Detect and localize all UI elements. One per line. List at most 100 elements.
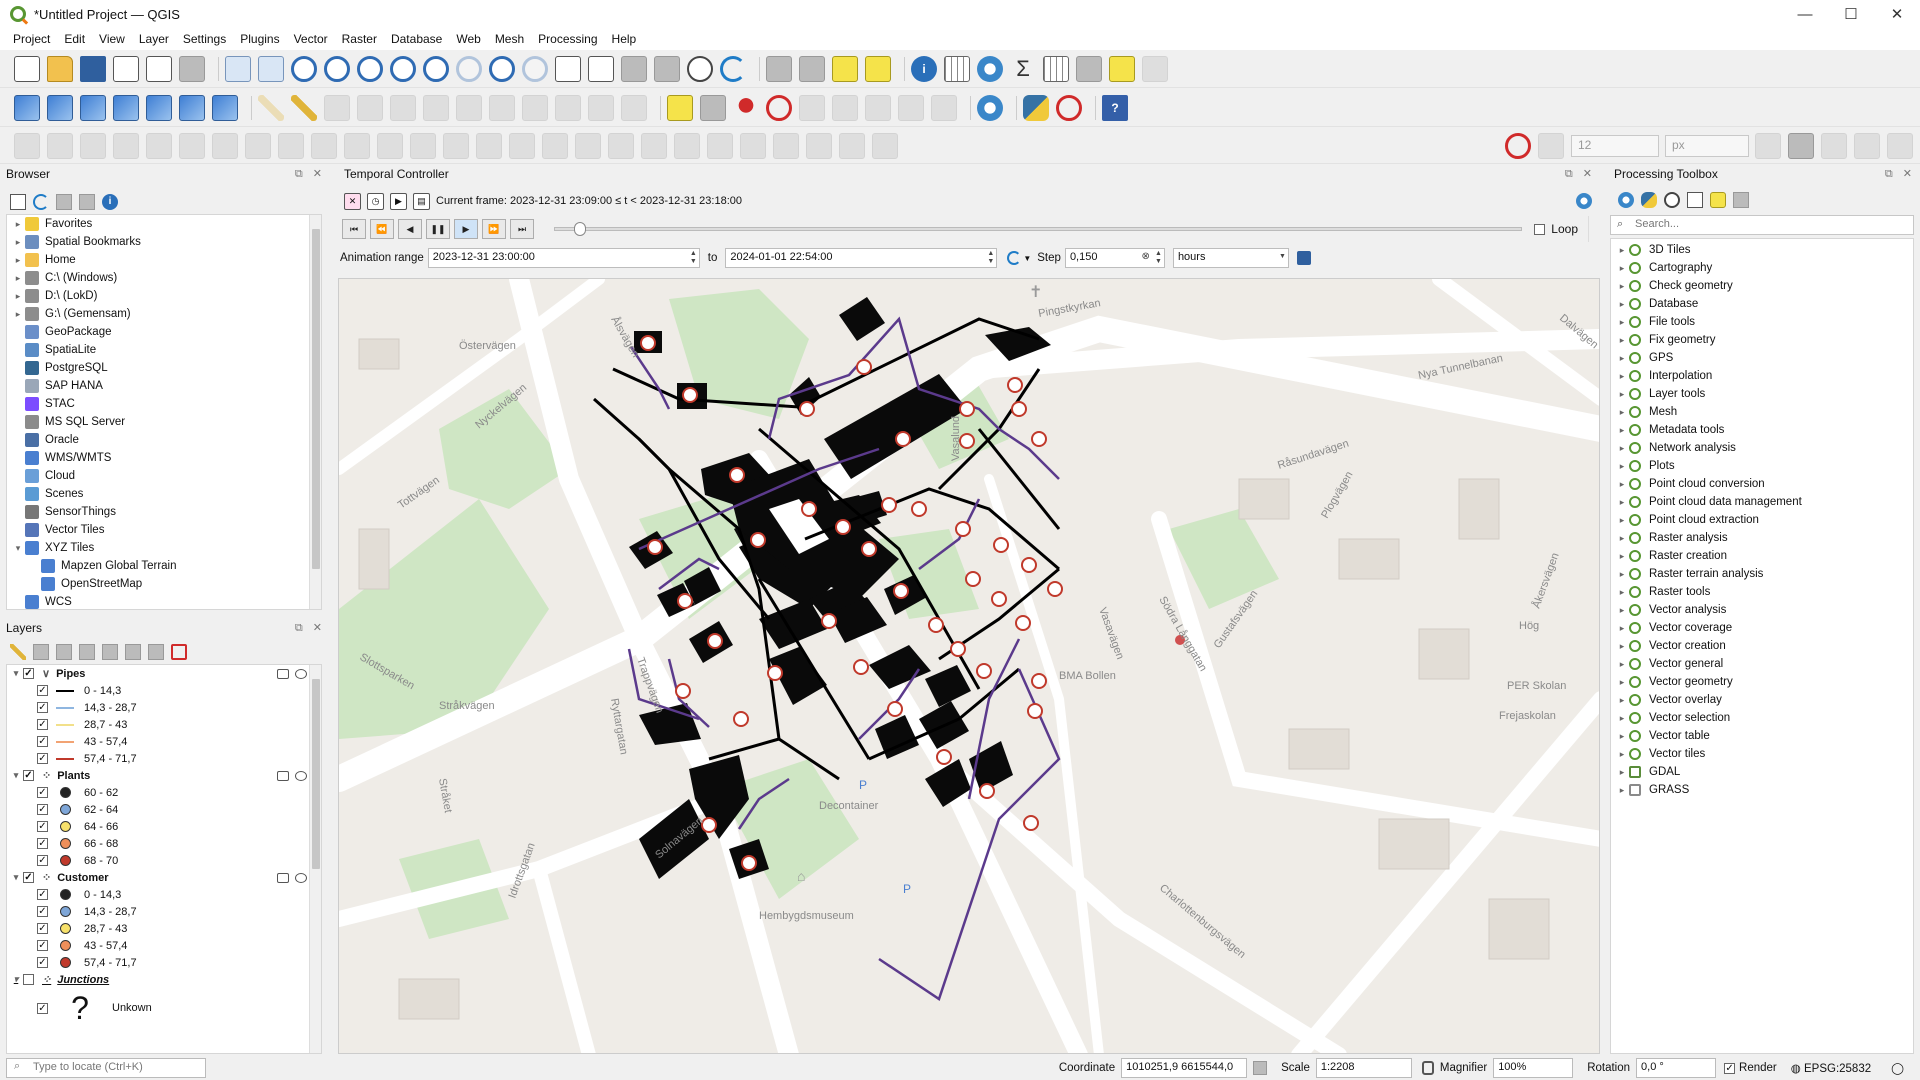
temporal-indicator-icon[interactable] — [295, 770, 307, 781]
zoom-to-layer-icon[interactable] — [423, 55, 449, 82]
identify-features-icon[interactable]: i — [911, 55, 937, 82]
browser-item[interactable]: ▸ Home — [7, 251, 321, 269]
legend-checkbox[interactable]: ✓ — [37, 702, 48, 713]
add-ring-icon[interactable] — [278, 132, 304, 159]
processing-group[interactable]: ▸ Raster analysis — [1611, 529, 1913, 547]
browser-item[interactable]: ▸ Favorites — [7, 215, 321, 233]
movie-mode-icon[interactable]: ▤ — [413, 192, 430, 210]
remove-layer-icon[interactable] — [171, 644, 187, 660]
expand-arrow-icon[interactable]: ▸ — [11, 291, 25, 302]
expand-arrow-icon[interactable]: ▸ — [1615, 623, 1629, 634]
expand-arrow-icon[interactable]: ▸ — [1615, 245, 1629, 256]
undock-icon[interactable]: ⧉ — [1565, 164, 1573, 184]
legend-item[interactable]: ✓ 66 - 68 — [7, 835, 321, 852]
trim-extend-icon[interactable] — [707, 132, 733, 159]
split-parts-icon[interactable] — [542, 132, 568, 159]
temporal-indicator-icon[interactable] — [295, 872, 307, 883]
layers-scrollbar[interactable] — [309, 665, 321, 1053]
processing-group[interactable]: ▸ Vector geometry — [1611, 673, 1913, 691]
expand-arrow-icon[interactable]: ▸ — [1615, 425, 1629, 436]
layer-visibility-checkbox[interactable] — [23, 974, 34, 985]
expand-arrow-icon[interactable]: ▸ — [1615, 749, 1629, 760]
processing-options-icon[interactable] — [1733, 192, 1749, 208]
statistics-sum-icon[interactable]: Σ — [1010, 56, 1036, 82]
shape-tool-icon[interactable] — [806, 132, 832, 159]
minimize-button[interactable]: — — [1782, 0, 1828, 28]
legend-checkbox[interactable]: ✓ — [37, 855, 48, 866]
menu-edit[interactable]: Edit — [57, 32, 92, 46]
legend-item[interactable]: ✓ 14,3 - 28,7 — [7, 699, 321, 716]
processing-group[interactable]: ▸ Vector selection — [1611, 709, 1913, 727]
undock-icon[interactable]: ⧉ — [295, 164, 303, 184]
topology-icon[interactable] — [1755, 132, 1781, 159]
legend-item[interactable]: ✓ 60 - 62 — [7, 784, 321, 801]
vertex-tool-icon[interactable] — [390, 94, 416, 121]
menu-vector[interactable]: Vector — [287, 32, 335, 46]
browser-item[interactable]: ▸ C:\ (Windows) — [7, 269, 321, 287]
disable-temporal-icon[interactable]: ✕ — [344, 192, 361, 210]
collapse-all-icon[interactable] — [79, 194, 95, 210]
panel-close-icon[interactable]: ✕ — [1583, 164, 1592, 184]
tracing-tool-icon[interactable] — [872, 132, 898, 159]
fix-geometry-icon[interactable] — [773, 132, 799, 159]
copy-features-icon[interactable] — [522, 94, 548, 121]
align-rasters-icon[interactable] — [674, 132, 700, 159]
split-features-icon[interactable] — [509, 132, 535, 159]
locator-search[interactable]: ⌕ Type to locate (Ctrl+K) — [6, 1058, 206, 1078]
save-project-icon[interactable] — [80, 55, 106, 82]
expand-arrow-icon[interactable]: ▸ — [1615, 497, 1629, 508]
panel-close-icon[interactable]: ✕ — [313, 164, 322, 184]
rotate-label-icon[interactable] — [832, 94, 858, 121]
browser-item[interactable]: MS SQL Server — [7, 413, 321, 431]
next-frame-button[interactable]: ⏩ — [482, 219, 506, 239]
refresh-browser-icon[interactable] — [33, 194, 49, 210]
loop-checkbox[interactable] — [1534, 223, 1546, 235]
add-polygon-icon[interactable] — [146, 132, 172, 159]
add-delimited-text-icon[interactable] — [113, 94, 139, 121]
layer-visibility-checkbox[interactable]: ✓ — [23, 668, 34, 679]
models-icon[interactable] — [1618, 192, 1634, 208]
range-dropdown-icon[interactable]: ▼ — [1023, 254, 1031, 263]
expand-arrow-icon[interactable]: ▸ — [1615, 785, 1629, 796]
pan-to-selection-icon[interactable] — [258, 55, 284, 82]
advanced-digitize-icon[interactable] — [14, 132, 40, 159]
play-backward-button[interactable]: ◀ — [398, 219, 422, 239]
layer-indicator-icon[interactable] — [277, 668, 289, 679]
processing-group[interactable]: ▸ Raster tools — [1611, 583, 1913, 601]
legend-item[interactable]: ✓ 64 - 66 — [7, 818, 321, 835]
pin-labels-icon[interactable] — [733, 94, 759, 121]
paste-features-icon[interactable] — [555, 94, 581, 121]
legend-item[interactable]: ✓ 43 - 57,4 — [7, 733, 321, 750]
expand-arrow-icon[interactable]: ▸ — [1615, 695, 1629, 706]
browser-scrollbar[interactable] — [309, 215, 321, 609]
browser-item[interactable]: Scenes — [7, 485, 321, 503]
undock-icon[interactable]: ⧉ — [295, 618, 303, 638]
fill-ring-icon[interactable] — [344, 132, 370, 159]
browser-item[interactable]: SAP HANA — [7, 377, 321, 395]
expand-arrow-icon[interactable]: ▸ — [11, 309, 25, 320]
merge-attributes-icon[interactable] — [608, 132, 634, 159]
animation-slider[interactable] — [554, 222, 1523, 236]
rotate-point-icon[interactable] — [641, 132, 667, 159]
new-3d-map-view-icon[interactable] — [588, 55, 614, 82]
scripts-icon[interactable] — [1641, 192, 1657, 208]
export-animation-icon[interactable] — [1296, 251, 1311, 265]
expand-arrow-icon[interactable]: ▸ — [1615, 713, 1629, 724]
style-layers-icon[interactable] — [10, 644, 26, 660]
zoom-out-icon[interactable] — [324, 55, 350, 82]
expand-arrow-icon[interactable]: ▸ — [1615, 389, 1629, 400]
legend-checkbox[interactable]: ✓ — [37, 906, 48, 917]
undock-icon[interactable]: ⧉ — [1885, 164, 1893, 184]
close-button[interactable]: ✕ — [1874, 0, 1920, 28]
snapping-tolerance-input[interactable]: 12 — [1571, 134, 1659, 157]
processing-group[interactable]: ▸ Fix geometry — [1611, 331, 1913, 349]
processing-group[interactable]: ▸ Vector general — [1611, 655, 1913, 673]
set-range-icon[interactable] — [1007, 251, 1022, 265]
animated-temporal-icon[interactable]: ▶ — [390, 192, 407, 210]
highlight-labels-icon[interactable] — [766, 94, 792, 121]
map-tips-icon[interactable] — [1109, 55, 1135, 82]
layer-group-customer[interactable]: ▾ ✓ ⁘ Customer — [7, 869, 321, 886]
panel-close-icon[interactable]: ✕ — [1903, 164, 1912, 184]
legend-checkbox[interactable]: ✓ — [37, 1002, 48, 1014]
processing-group[interactable]: ▸ GDAL — [1611, 763, 1913, 781]
